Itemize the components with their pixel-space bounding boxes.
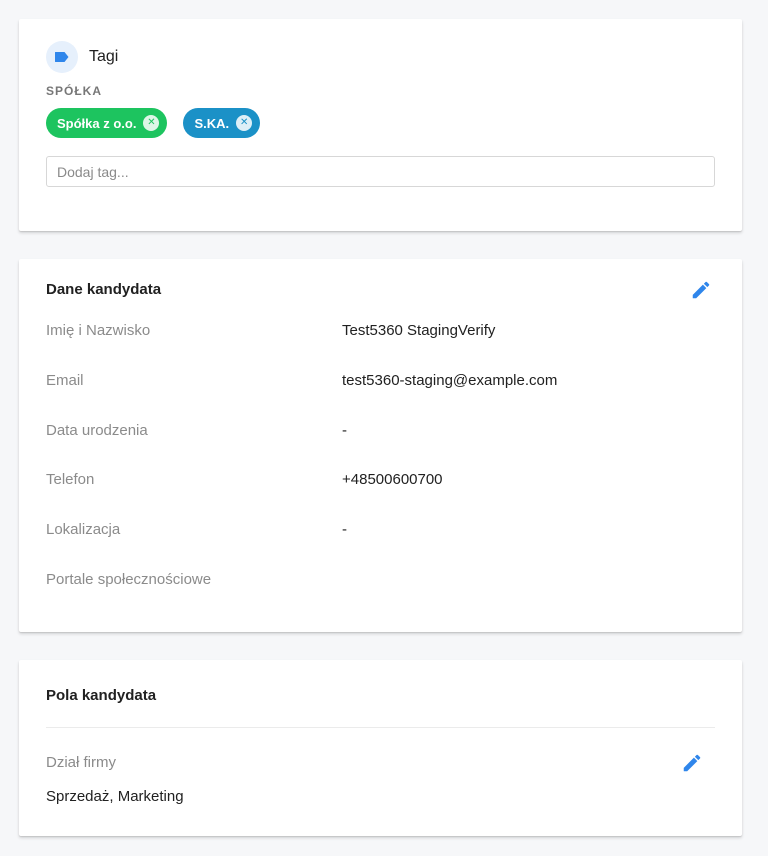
remove-tag-icon[interactable]: ✕: [143, 115, 160, 131]
field-value: +48500600700: [342, 471, 443, 488]
candidate-field-row: Imię i Nazwisko Test5360 StagingVerify: [46, 322, 706, 342]
tags-card: Tagi SPÓŁKA Spółka z o.o. ✕ S.KA. ✕: [19, 19, 742, 231]
divider: [46, 727, 715, 728]
tag-chip[interactable]: Spółka z o.o. ✕: [46, 108, 168, 138]
edit-candidate-data-button[interactable]: [687, 276, 715, 304]
label-icon: [46, 41, 78, 73]
candidate-data-title: Dane kandydata: [46, 281, 162, 298]
field-label: Portale społecznościowe: [46, 571, 212, 588]
department-value: Sprzedaż, Marketing: [46, 788, 184, 805]
tag-chip[interactable]: S.KA. ✕: [183, 108, 261, 138]
field-label: Email: [46, 372, 84, 389]
pencil-icon: [683, 754, 701, 772]
field-value: -: [342, 422, 347, 439]
add-tag-input[interactable]: [46, 156, 715, 187]
candidate-fields-card: Pola kandydata Dział firmy Sprzedaż, Mar…: [19, 660, 742, 836]
field-value: Test5360 StagingVerify: [342, 322, 496, 339]
candidate-field-row: Lokalizacja -: [46, 521, 706, 541]
field-label: Data urodzenia: [46, 422, 148, 439]
tag-chip-label: Spółka z o.o.: [57, 115, 137, 131]
field-label: Lokalizacja: [46, 521, 121, 538]
candidate-data-card: Dane kandydata Imię i Nazwisko Test5360 …: [19, 259, 742, 632]
candidate-field-row: Portale społecznościowe: [46, 571, 706, 591]
tag-chip-label: S.KA.: [194, 115, 230, 131]
tags-header: Tagi: [46, 41, 118, 73]
candidate-fields-title: Pola kandydata: [46, 687, 157, 704]
remove-tag-icon[interactable]: ✕: [236, 115, 253, 131]
candidate-field-row: Data urodzenia -: [46, 422, 706, 442]
field-label: Telefon: [46, 471, 95, 488]
candidate-field-row: Email test5360-staging@example.com: [46, 372, 706, 392]
tag-chip-list: Spółka z o.o. ✕ S.KA. ✕: [46, 108, 261, 138]
pencil-icon: [692, 281, 710, 299]
department-label: Dział firmy: [46, 754, 116, 771]
field-value: test5360-staging@example.com: [342, 372, 558, 389]
tag-group-label: SPÓŁKA: [46, 84, 103, 98]
candidate-field-row: Telefon +48500600700: [46, 471, 706, 491]
tags-title: Tagi: [89, 48, 119, 65]
edit-candidate-fields-button[interactable]: [678, 749, 706, 777]
field-label: Imię i Nazwisko: [46, 322, 151, 339]
field-value: -: [342, 521, 347, 538]
